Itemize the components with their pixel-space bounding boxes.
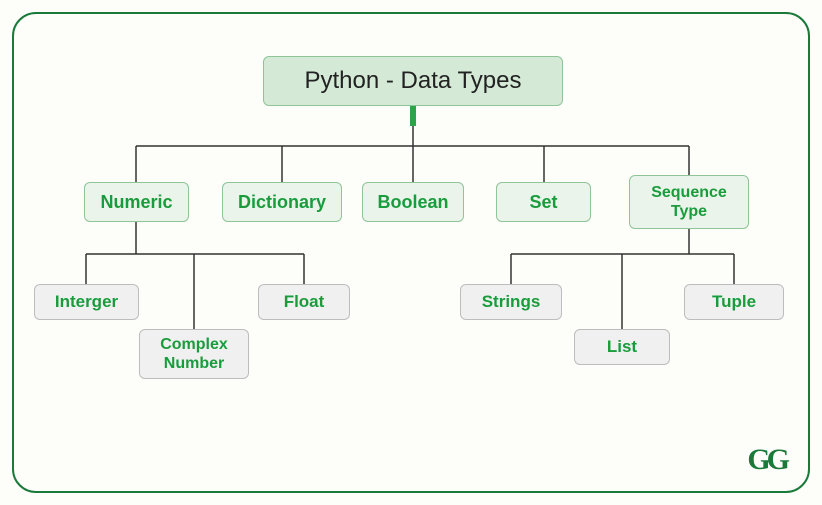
logo-icon: GG [747,443,786,477]
category-boolean-label: Boolean [377,192,448,213]
leaf-integer-label: Interger [55,292,118,312]
category-dictionary-label: Dictionary [238,192,326,213]
category-set-label: Set [529,192,557,213]
category-numeric: Numeric [84,182,189,222]
category-boolean: Boolean [362,182,464,222]
leaf-float-label: Float [284,292,325,312]
diagram-frame: Python - Data Types Numeric Dictionary B… [12,12,810,493]
category-sequence: Sequence Type [629,175,749,229]
category-dictionary: Dictionary [222,182,342,222]
category-numeric-label: Numeric [100,192,172,213]
logo-text: GG [747,443,786,476]
root-label: Python - Data Types [304,67,521,95]
leaf-float: Float [258,284,350,320]
leaf-list-label: List [607,337,637,357]
leaf-complex-label: Complex Number [160,335,228,373]
leaf-integer: Interger [34,284,139,320]
category-set: Set [496,182,591,222]
leaf-strings: Strings [460,284,562,320]
category-sequence-label: Sequence Type [651,183,727,221]
leaf-list: List [574,329,670,365]
root-node: Python - Data Types [263,56,563,106]
leaf-strings-label: Strings [482,292,541,312]
leaf-tuple: Tuple [684,284,784,320]
leaf-complex: Complex Number [139,329,249,379]
leaf-tuple-label: Tuple [712,292,756,312]
